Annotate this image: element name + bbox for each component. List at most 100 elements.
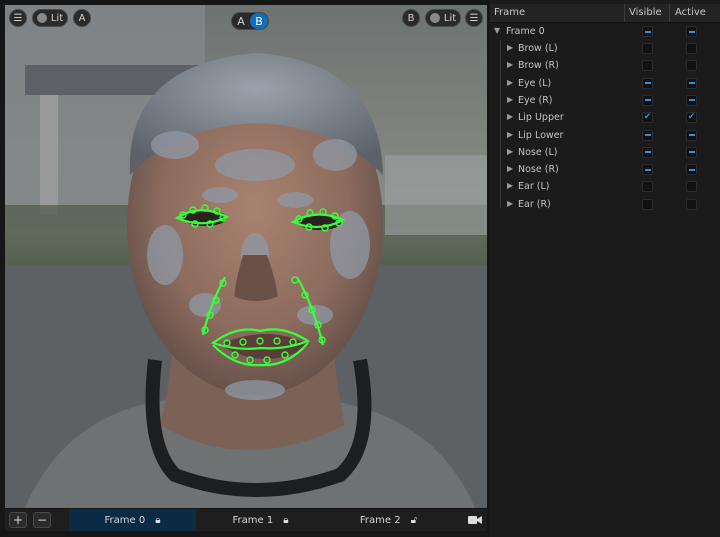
tree-row-label: Ear (L)	[518, 181, 550, 193]
viewport-menu-right-button[interactable]: ☰	[465, 9, 483, 27]
viewport-menu-left-button[interactable]: ☰	[9, 9, 27, 27]
visible-checkbox[interactable]	[642, 26, 653, 37]
outliner-header: Frame Visible Active	[490, 4, 720, 23]
visible-checkbox[interactable]	[642, 129, 653, 141]
tree-row-lip-upper[interactable]: ▶ Lip Upper ✔ ✔	[490, 110, 720, 127]
chevron-down-icon[interactable]: ▼	[494, 26, 500, 35]
active-checkbox[interactable]	[686, 43, 697, 54]
visible-checkbox[interactable]	[642, 60, 653, 72]
lit-label: Lit	[50, 12, 64, 24]
column-active-header[interactable]: Active	[675, 7, 706, 18]
tree-row-brow-r[interactable]: ▶ Brow (R)	[490, 58, 720, 75]
add-frame-button[interactable]: +	[9, 512, 27, 528]
lip-point	[263, 356, 271, 364]
chevron-right-icon[interactable]: ▶	[507, 130, 513, 139]
active-checkbox[interactable]	[686, 60, 697, 72]
active-checkbox[interactable]	[686, 26, 697, 37]
view-a-button[interactable]: A	[73, 9, 91, 27]
active-checkbox[interactable]	[686, 198, 697, 210]
tree-row-label: Brow (L)	[518, 43, 558, 54]
tree-row-frame-0[interactable]: ▼ Frame 0	[490, 24, 720, 41]
chevron-right-icon[interactable]: ▶	[507, 95, 513, 104]
tree-row-ear-r[interactable]: ▶ Ear (R)	[490, 197, 720, 214]
3d-viewport[interactable]: ☰ Lit A A B B Lit ☰	[5, 5, 487, 508]
frame-bar: + − Frame 0 🔒︎ Frame 1 🔒︎ Frame 2 🔓︎	[5, 509, 487, 531]
lip-point	[256, 337, 264, 345]
visible-checkbox[interactable]	[642, 146, 653, 158]
visible-checkbox[interactable]	[642, 94, 653, 106]
tree-row-eye-r[interactable]: ▶ Eye (R)	[490, 93, 720, 110]
lip-point	[289, 338, 297, 346]
tree-row-label: Lip Lower	[518, 129, 564, 141]
chevron-right-icon[interactable]: ▶	[507, 78, 513, 87]
chevron-right-icon[interactable]: ▶	[507, 43, 513, 52]
active-checkbox[interactable]	[686, 146, 697, 158]
active-checkbox[interactable]	[686, 94, 697, 106]
active-checkbox[interactable]	[686, 164, 697, 176]
view-b-label: B	[407, 12, 415, 24]
lip-point	[223, 339, 231, 347]
column-frame-header[interactable]: Frame	[494, 7, 525, 18]
visible-checkbox[interactable]	[642, 198, 653, 210]
chevron-right-icon[interactable]: ▶	[507, 112, 513, 121]
tree-row-label: Lip Upper	[518, 112, 564, 124]
visible-checkbox[interactable]	[642, 181, 653, 193]
active-checkbox[interactable]	[686, 77, 697, 89]
sphere-icon	[36, 13, 47, 23]
sphere-icon	[429, 13, 440, 23]
visible-checkbox[interactable]	[642, 43, 653, 54]
lit-mode-left-button[interactable]: Lit	[32, 9, 68, 27]
toggle-b[interactable]: B	[250, 13, 268, 29]
active-checkbox[interactable]	[686, 181, 697, 193]
ab-split-toggle[interactable]: A B	[231, 12, 269, 30]
active-checkbox[interactable]: ✔	[686, 112, 697, 124]
lit-mode-right-button[interactable]: Lit	[425, 9, 461, 27]
frame-tab-0[interactable]: Frame 0 🔒︎	[69, 509, 196, 531]
frame-tab-label: Frame 0	[104, 514, 146, 526]
lit-label: Lit	[443, 12, 457, 24]
chevron-right-icon[interactable]: ▶	[507, 164, 513, 173]
unlock-icon[interactable]: 🔓︎	[411, 515, 417, 526]
lip-point	[231, 351, 239, 359]
lip-point	[273, 337, 281, 345]
tree-row-label: Ear (R)	[518, 198, 551, 210]
tree-row-label: Eye (R)	[518, 94, 553, 106]
frame-tab-2[interactable]: Frame 2 🔓︎	[325, 509, 452, 531]
chevron-right-icon[interactable]: ▶	[507, 60, 513, 69]
tree-row-ear-l[interactable]: ▶ Ear (L)	[490, 179, 720, 196]
tree-row-eye-l[interactable]: ▶ Eye (L)	[490, 76, 720, 93]
tree-row-label: Frame 0	[506, 26, 545, 37]
lip-point	[239, 338, 247, 346]
tracking-contours	[174, 204, 346, 367]
tree-row-label: Nose (L)	[518, 146, 558, 158]
tree-row-brow-l[interactable]: ▶ Brow (L)	[490, 41, 720, 58]
tree-row-label: Nose (R)	[518, 164, 559, 176]
visible-checkbox[interactable]	[642, 77, 653, 89]
toggle-a[interactable]: A	[232, 13, 250, 29]
frame-tab-1[interactable]: Frame 1 🔒︎	[197, 509, 324, 531]
frame-tab-label: Frame 2	[359, 514, 401, 526]
frame-tab-label: Frame 1	[232, 514, 274, 526]
camera-icon	[468, 516, 482, 524]
camera-button[interactable]	[465, 512, 485, 528]
visible-checkbox[interactable]: ✔	[642, 112, 653, 124]
minus-icon: −	[36, 513, 48, 527]
tree-row-nose-r[interactable]: ▶ Nose (R)	[490, 162, 720, 179]
active-checkbox[interactable]	[686, 129, 697, 141]
view-b-button[interactable]: B	[402, 9, 420, 27]
remove-frame-button[interactable]: −	[33, 512, 51, 528]
tree-row-label: Brow (R)	[518, 60, 559, 72]
lip-point	[246, 356, 254, 364]
column-visible-header[interactable]: Visible	[629, 7, 662, 18]
chevron-right-icon[interactable]: ▶	[507, 147, 513, 156]
visible-checkbox[interactable]	[642, 164, 653, 176]
chevron-right-icon[interactable]: ▶	[507, 199, 513, 208]
chevron-right-icon[interactable]: ▶	[507, 181, 513, 190]
hamburger-icon: ☰	[13, 12, 23, 24]
lock-icon[interactable]: 🔒︎	[283, 515, 288, 526]
frame-outliner-panel: Frame Visible Active ▼ Frame 0 ▶ Brow (L)…	[490, 0, 720, 537]
tree-row-lip-lower[interactable]: ▶ Lip Lower	[490, 128, 720, 145]
tree-row-nose-l[interactable]: ▶ Nose (L)	[490, 145, 720, 162]
lock-icon[interactable]: 🔒︎	[155, 515, 160, 526]
nose-point	[291, 276, 299, 284]
